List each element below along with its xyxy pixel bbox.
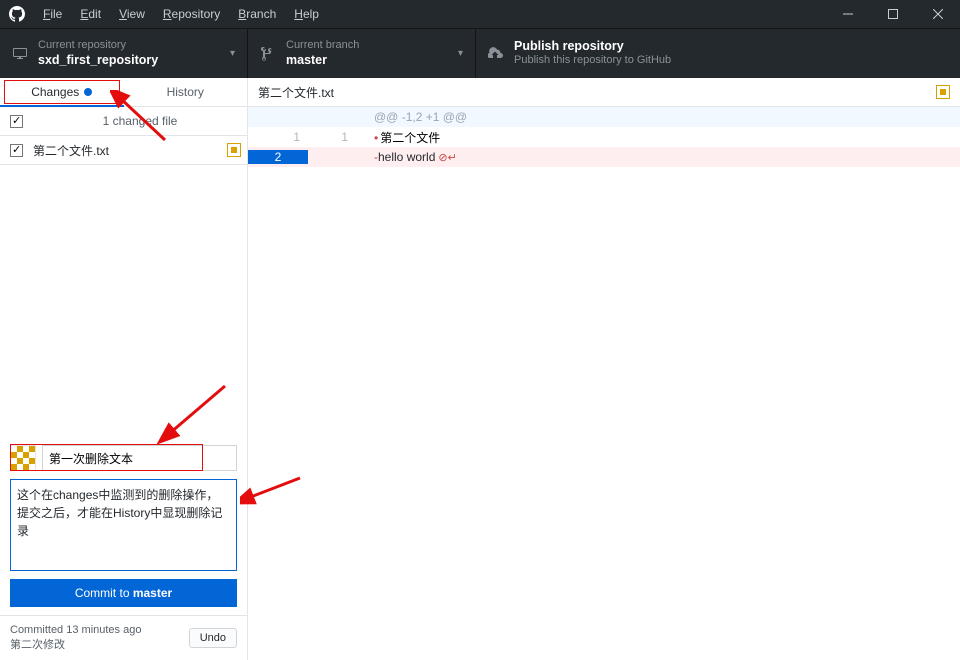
tab-changes-label: Changes bbox=[31, 85, 79, 99]
tab-history[interactable]: History bbox=[124, 78, 248, 106]
gutter-old: 1 bbox=[248, 130, 308, 144]
last-commit-message: 第二次修改 bbox=[10, 638, 141, 653]
diff-filename: 第二个文件.txt bbox=[258, 84, 334, 101]
gutter-new: 1 bbox=[308, 130, 356, 144]
sidebar: Changes History 1 changed file 第二个文件.txt bbox=[0, 78, 248, 660]
branch-name: master bbox=[286, 53, 359, 69]
last-commit-time: Committed 13 minutes ago bbox=[10, 623, 141, 638]
window-minimize-icon[interactable] bbox=[825, 0, 870, 28]
diff-header: 第二个文件.txt bbox=[248, 78, 960, 107]
toolbar: Current repository sxd_first_repository … bbox=[0, 28, 960, 78]
menu-repository[interactable]: Repository bbox=[154, 7, 229, 21]
publish-title: Publish repository bbox=[514, 39, 671, 55]
undo-button[interactable]: Undo bbox=[189, 628, 237, 648]
diff-pane: 第二个文件.txt @@ -1,2 +1 @@ 1 1 第二个文件 2 -hel… bbox=[248, 78, 960, 660]
menu-file[interactable]: File bbox=[34, 7, 71, 21]
commit-button-branch: master bbox=[133, 586, 172, 600]
branch-label: Current branch bbox=[286, 39, 359, 53]
repo-label: Current repository bbox=[38, 39, 158, 53]
no-newline-icon: ⊘↵ bbox=[438, 152, 456, 164]
menubar: File Edit View Repository Branch Help bbox=[0, 0, 960, 28]
changes-summary-row: 1 changed file bbox=[0, 107, 247, 136]
git-branch-icon bbox=[260, 46, 276, 62]
changed-file-row[interactable]: 第二个文件.txt bbox=[0, 136, 247, 165]
menu-edit[interactable]: Edit bbox=[71, 7, 110, 21]
github-logo-icon bbox=[0, 6, 34, 22]
modified-badge-icon bbox=[936, 85, 950, 99]
window-maximize-icon[interactable] bbox=[870, 0, 915, 28]
file-checkbox[interactable] bbox=[10, 144, 23, 157]
commit-description-input[interactable] bbox=[10, 479, 237, 571]
computer-icon bbox=[12, 46, 28, 62]
select-all-checkbox[interactable] bbox=[10, 115, 23, 128]
menu-branch[interactable]: Branch bbox=[229, 7, 285, 21]
menu-help[interactable]: Help bbox=[285, 7, 328, 21]
publish-sub: Publish this repository to GitHub bbox=[514, 54, 671, 68]
modified-badge-icon bbox=[227, 143, 241, 157]
tab-changes[interactable]: Changes bbox=[0, 78, 124, 106]
menu-view[interactable]: View bbox=[110, 7, 154, 21]
chevron-down-icon: ▾ bbox=[458, 48, 463, 59]
commit-form: Commit to master bbox=[0, 437, 247, 615]
commit-summary-input[interactable] bbox=[42, 445, 237, 471]
commit-button-prefix: Commit to bbox=[75, 586, 133, 600]
chevron-down-icon: ▾ bbox=[230, 48, 235, 59]
changes-count: 1 changed file bbox=[33, 114, 247, 128]
diff-hunk-header: @@ -1,2 +1 @@ bbox=[248, 107, 960, 127]
gutter-old: 2 bbox=[248, 150, 308, 164]
diff-line[interactable]: 2 -hello world⊘↵ bbox=[248, 147, 960, 167]
changes-indicator-icon bbox=[84, 88, 92, 96]
branch-selector[interactable]: Current branch master ▾ bbox=[248, 29, 476, 78]
publish-button[interactable]: Publish repository Publish this reposito… bbox=[476, 29, 960, 78]
last-commit: Committed 13 minutes ago 第二次修改 Undo bbox=[0, 615, 247, 660]
changed-filename: 第二个文件.txt bbox=[33, 142, 109, 159]
diff-line-text: 第二个文件 bbox=[380, 131, 440, 145]
repo-selector[interactable]: Current repository sxd_first_repository … bbox=[0, 29, 248, 78]
repo-name: sxd_first_repository bbox=[38, 53, 158, 69]
diff-line[interactable]: 1 1 第二个文件 bbox=[248, 127, 960, 147]
diff-hunk-text: @@ -1,2 +1 @@ bbox=[368, 110, 467, 124]
tab-history-label: History bbox=[167, 85, 204, 99]
window-close-icon[interactable] bbox=[915, 0, 960, 28]
diff-line-text: hello world bbox=[378, 150, 435, 164]
cloud-upload-icon bbox=[488, 46, 504, 62]
avatar bbox=[10, 445, 36, 471]
commit-button[interactable]: Commit to master bbox=[10, 579, 237, 607]
